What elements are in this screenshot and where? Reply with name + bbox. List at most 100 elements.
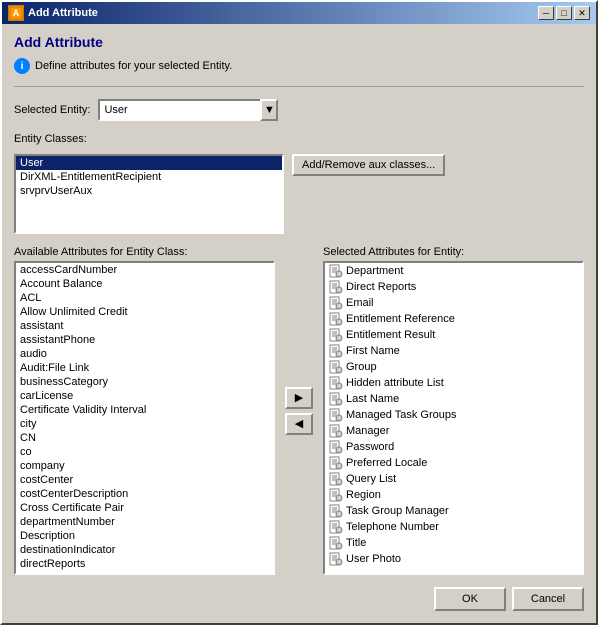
available-list-item[interactable]: costCenterDescription xyxy=(16,487,273,501)
attribute-icon xyxy=(329,536,343,550)
attribute-icon xyxy=(329,296,343,310)
selected-list-item[interactable]: Manager xyxy=(325,423,582,439)
selected-list-item[interactable]: First Name xyxy=(325,343,582,359)
available-list-item[interactable]: company xyxy=(16,459,273,473)
available-list-item[interactable]: city xyxy=(16,417,273,431)
info-row: i Define attributes for your selected En… xyxy=(14,58,584,74)
available-list-item[interactable]: departmentNumber xyxy=(16,515,273,529)
selected-list-item[interactable]: Entitlement Result xyxy=(325,327,582,343)
attribute-icon xyxy=(329,392,343,406)
selected-item-label: Manager xyxy=(346,425,389,437)
available-list-item[interactable]: Audit:File Link xyxy=(16,361,273,375)
selected-list-item[interactable]: Direct Reports xyxy=(325,279,582,295)
selected-item-label: Email xyxy=(346,297,374,309)
add-attribute-window: A Add Attribute ─ □ ✕ Add Attribute i De… xyxy=(0,0,598,625)
available-list-item[interactable]: Cross Certificate Pair xyxy=(16,501,273,515)
available-list-item[interactable]: DirXML-Associations xyxy=(16,571,273,575)
attribute-icon xyxy=(329,424,343,438)
entity-select[interactable]: User xyxy=(98,99,278,121)
available-list-item[interactable]: assistantPhone xyxy=(16,333,273,347)
remove-attribute-button[interactable]: ◀ xyxy=(285,413,313,435)
selected-list-item[interactable]: Title xyxy=(325,535,582,551)
divider xyxy=(14,86,584,87)
selected-item-label: Managed Task Groups xyxy=(346,409,456,421)
selected-list-item[interactable]: Task Group Manager xyxy=(325,503,582,519)
class-item-user[interactable]: User xyxy=(16,156,282,170)
selected-list-item[interactable]: Telephone Number xyxy=(325,519,582,535)
available-list-item[interactable]: audio xyxy=(16,347,273,361)
attribute-icon xyxy=(329,376,343,390)
attribute-icon xyxy=(329,360,343,374)
window-content: Add Attribute i Define attributes for yo… xyxy=(2,24,596,623)
available-list-item[interactable]: destinationIndicator xyxy=(16,543,273,557)
minimize-button[interactable]: ─ xyxy=(538,6,554,20)
attribute-icon xyxy=(329,312,343,326)
selected-list-item[interactable]: Department xyxy=(325,263,582,279)
attribute-icon xyxy=(329,280,343,294)
maximize-button[interactable]: □ xyxy=(556,6,572,20)
attribute-icon xyxy=(329,472,343,486)
attribute-icon xyxy=(329,408,343,422)
attribute-icon xyxy=(329,344,343,358)
title-bar-controls: ─ □ ✕ xyxy=(538,6,590,20)
close-button[interactable]: ✕ xyxy=(574,6,590,20)
selected-item-label: Telephone Number xyxy=(346,521,439,533)
selected-list-item[interactable]: Email xyxy=(325,295,582,311)
selected-list-item[interactable]: Query List xyxy=(325,471,582,487)
selected-item-label: First Name xyxy=(346,345,400,357)
available-list[interactable]: accessCardNumberAccount BalanceACLAllow … xyxy=(14,261,275,575)
selected-list-item[interactable]: Region xyxy=(325,487,582,503)
attribute-icon xyxy=(329,264,343,278)
info-text: Define attributes for your selected Enti… xyxy=(35,60,232,72)
available-list-item[interactable]: co xyxy=(16,445,273,459)
available-list-item[interactable]: accessCardNumber xyxy=(16,263,273,277)
available-list-item[interactable]: directReports xyxy=(16,557,273,571)
class-item-dirxml[interactable]: DirXML-EntitlementRecipient xyxy=(16,170,282,184)
available-list-item[interactable]: Account Balance xyxy=(16,277,273,291)
selected-item-label: Title xyxy=(346,537,366,549)
available-list-item[interactable]: assistant xyxy=(16,319,273,333)
available-list-item[interactable]: Certificate Validity Interval xyxy=(16,403,273,417)
selected-item-label: Group xyxy=(346,361,377,373)
available-list-item[interactable]: businessCategory xyxy=(16,375,273,389)
available-panel: Available Attributes for Entity Class: a… xyxy=(14,246,275,575)
available-label: Available Attributes for Entity Class: xyxy=(14,246,275,258)
selected-panel: Selected Attributes for Entity: Departme… xyxy=(323,246,584,575)
title-bar-left: A Add Attribute xyxy=(8,5,98,21)
entity-select-wrapper[interactable]: User ▼ xyxy=(98,99,278,121)
add-remove-aux-button[interactable]: Add/Remove aux classes... xyxy=(292,154,445,176)
arrow-buttons: ▶ ◀ xyxy=(283,246,315,575)
selected-item-label: Entitlement Reference xyxy=(346,313,455,325)
attribute-icon xyxy=(329,440,343,454)
available-list-item[interactable]: costCenter xyxy=(16,473,273,487)
selected-list-item[interactable]: Managed Task Groups xyxy=(325,407,582,423)
add-attribute-button[interactable]: ▶ xyxy=(285,387,313,409)
classes-row: User DirXML-EntitlementRecipient srvprvU… xyxy=(14,154,584,234)
selected-list[interactable]: Department Direct Reports Email Entitlement… xyxy=(323,261,584,575)
selected-item-label: Hidden attribute List xyxy=(346,377,444,389)
available-list-item[interactable]: Description xyxy=(16,529,273,543)
selected-list-item[interactable]: Entitlement Reference xyxy=(325,311,582,327)
selected-list-item[interactable]: User Photo xyxy=(325,551,582,567)
class-item-srvprv[interactable]: srvprvUserAux xyxy=(16,184,282,198)
available-list-item[interactable]: ACL xyxy=(16,291,273,305)
entity-classes-box[interactable]: User DirXML-EntitlementRecipient srvprvU… xyxy=(14,154,284,234)
selected-item-label: Last Name xyxy=(346,393,399,405)
available-list-item[interactable]: CN xyxy=(16,431,273,445)
cancel-button[interactable]: Cancel xyxy=(512,587,584,611)
title-bar: A Add Attribute ─ □ ✕ xyxy=(2,2,596,24)
window-title: Add Attribute xyxy=(28,7,98,19)
selected-list-item[interactable]: Last Name xyxy=(325,391,582,407)
selected-item-label: User Photo xyxy=(346,553,401,565)
selected-list-item[interactable]: Hidden attribute List xyxy=(325,375,582,391)
attribute-icon xyxy=(329,504,343,518)
ok-button[interactable]: OK xyxy=(434,587,506,611)
selected-list-item[interactable]: Group xyxy=(325,359,582,375)
selected-list-item[interactable]: Preferred Locale xyxy=(325,455,582,471)
lists-section: Available Attributes for Entity Class: a… xyxy=(14,246,584,575)
available-list-item[interactable]: carLicense xyxy=(16,389,273,403)
attribute-icon xyxy=(329,456,343,470)
selected-list-item[interactable]: Password xyxy=(325,439,582,455)
available-list-item[interactable]: Allow Unlimited Credit xyxy=(16,305,273,319)
selected-item-label: Direct Reports xyxy=(346,281,416,293)
